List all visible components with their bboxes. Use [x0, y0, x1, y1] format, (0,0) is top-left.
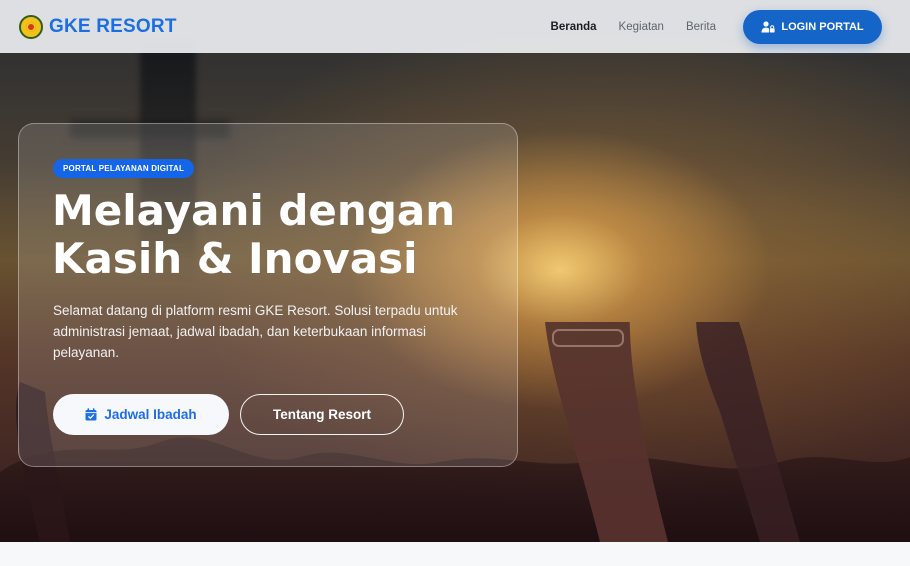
next-section-edge — [0, 542, 910, 566]
church-logo-icon — [19, 14, 43, 39]
nav-link-kegiatan[interactable]: Kegiatan — [619, 21, 664, 33]
hero-headline: Melayani dengan Kasih & Inovasi — [52, 187, 512, 283]
brand-name: GKE RESORT — [49, 15, 177, 37]
login-portal-button[interactable]: LOGIN PORTAL — [743, 9, 882, 44]
tentang-resort-button[interactable]: Tentang Resort — [240, 394, 404, 435]
portal-badge: PORTAL PELAYANAN DIGITAL — [53, 159, 195, 178]
brand[interactable]: GKE RESORT — [19, 14, 177, 39]
nav-links: Beranda Kegiatan Berita — [551, 21, 716, 33]
navbar: GKE RESORT Beranda Kegiatan Berita LOGIN… — [0, 0, 910, 53]
login-portal-label: LOGIN PORTAL — [781, 20, 864, 33]
headline-line-1: Melayani dengan — [52, 186, 456, 235]
jadwal-ibadah-label: Jadwal Ibadah — [104, 407, 197, 422]
calendar-check-icon — [85, 408, 97, 421]
headline-line-2: Kasih & Inovasi — [52, 234, 418, 283]
nav-link-berita[interactable]: Berita — [686, 21, 716, 33]
user-lock-icon — [761, 20, 775, 32]
hero-description: Selamat datang di platform resmi GKE Res… — [53, 303, 458, 360]
hero-card: PORTAL PELAYANAN DIGITAL Melayani dengan… — [18, 123, 518, 467]
jadwal-ibadah-button[interactable]: Jadwal Ibadah — [53, 394, 229, 435]
nav-link-beranda[interactable]: Beranda — [551, 21, 597, 33]
nav-right: Beranda Kegiatan Berita LOGIN PORTAL — [551, 9, 882, 44]
